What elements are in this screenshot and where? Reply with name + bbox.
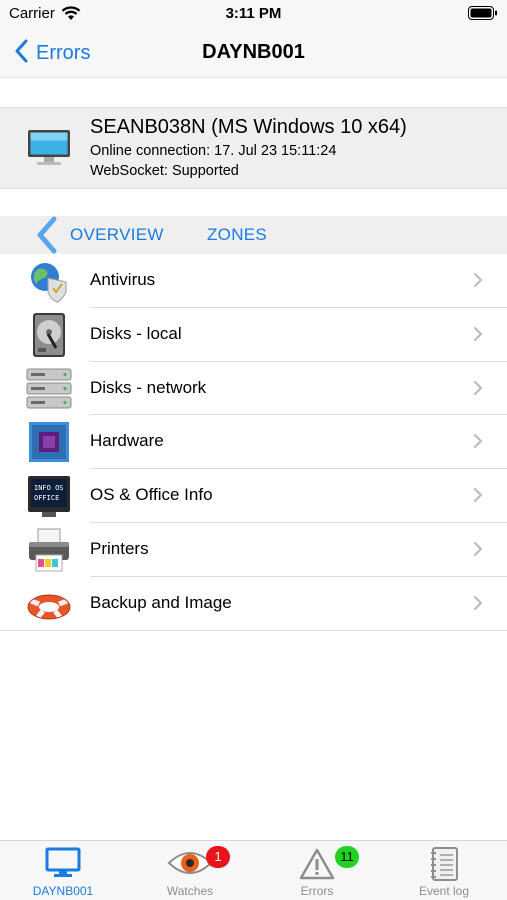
- chevron-right-icon: [473, 595, 483, 616]
- watches-badge: 1: [206, 846, 230, 868]
- os-info-icon: INFO OS OFFICE: [26, 473, 72, 519]
- tab-overview[interactable]: OVERVIEW: [70, 225, 164, 245]
- battery-icon: [468, 6, 498, 25]
- chevron-left-icon[interactable]: [34, 216, 60, 254]
- list-item-os-office-info[interactable]: INFO OS OFFICE OS & Office Info: [0, 469, 507, 523]
- errors-badge: 11: [335, 846, 359, 868]
- tab-label: Errors: [300, 884, 334, 898]
- status-bar: Carrier 3:11 PM: [0, 0, 507, 28]
- category-list: Antivirus Disks - local Disks - network …: [0, 254, 507, 631]
- chevron-right-icon: [473, 487, 483, 508]
- chevron-right-icon: [473, 433, 483, 454]
- list-item-antivirus[interactable]: Antivirus: [0, 254, 507, 308]
- chevron-right-icon: [473, 272, 483, 293]
- tab-watches[interactable]: 1 Watches: [127, 841, 253, 900]
- list-item-backup-and-image[interactable]: Backup and Image: [0, 577, 507, 631]
- tab-event-log[interactable]: Event log: [381, 841, 507, 900]
- clock: 3:11 PM: [225, 5, 282, 22]
- section-tabs: OVERVIEW ZONES: [0, 216, 507, 254]
- tab-label: Event log: [418, 884, 470, 898]
- chevron-right-icon: [473, 380, 483, 401]
- tab-label: DAYNB001: [32, 884, 94, 898]
- tab-errors[interactable]: 11 Errors: [254, 841, 380, 900]
- list-item-label: Disks - network: [90, 377, 207, 397]
- antivirus-icon: [26, 258, 72, 304]
- list-item-label: Disks - local: [90, 323, 182, 343]
- list-item-disks-network[interactable]: Disks - network: [0, 362, 507, 416]
- list-item-label: Hardware: [90, 431, 164, 451]
- list-item-label: Backup and Image: [90, 592, 232, 612]
- bottom-tab-bar: DAYNB001 1 Watches 11 Errors Event log: [0, 840, 507, 900]
- chip-icon: [26, 419, 72, 465]
- list-item-label: Antivirus: [90, 270, 156, 289]
- navigation-bar: Errors DAYNB001: [0, 28, 507, 78]
- warning-icon: [254, 847, 380, 886]
- connection-status: Online connection: 17. Jul 23 15:11:24: [90, 143, 337, 159]
- page-title: DAYNB001: [202, 41, 305, 63]
- separator: [0, 629, 507, 631]
- tab-label: Watches: [166, 884, 214, 898]
- list-item-printers[interactable]: Printers: [0, 523, 507, 577]
- list-item-label: OS & Office Info: [90, 485, 213, 505]
- chevron-right-icon: [473, 326, 483, 347]
- chevron-right-icon: [473, 541, 483, 562]
- network-disks-icon: [26, 366, 72, 412]
- spacer: [0, 79, 507, 107]
- notebook-icon: [381, 847, 507, 886]
- device-header: SEANB038N (MS Windows 10 x64) Online con…: [0, 107, 507, 189]
- monitor-icon: [0, 847, 126, 884]
- hard-disk-icon: [26, 312, 72, 358]
- svg-text:INFO OS: INFO OS: [34, 484, 64, 492]
- list-item-disks-local[interactable]: Disks - local: [0, 308, 507, 362]
- device-name: SEANB038N (MS Windows 10 x64): [90, 116, 407, 138]
- printer-icon: [26, 527, 72, 573]
- spacer: [0, 190, 507, 216]
- tab-zones[interactable]: ZONES: [207, 225, 267, 245]
- eye-icon: [127, 847, 253, 884]
- list-item-hardware[interactable]: Hardware: [0, 415, 507, 470]
- list-item-label: Printers: [90, 538, 149, 558]
- lifebuoy-icon: [26, 581, 72, 627]
- svg-text:OFFICE: OFFICE: [34, 494, 59, 502]
- websocket-status: WebSocket: Supported: [90, 163, 239, 179]
- tab-daynb001[interactable]: DAYNB001: [0, 841, 126, 900]
- monitor-icon: [26, 128, 72, 173]
